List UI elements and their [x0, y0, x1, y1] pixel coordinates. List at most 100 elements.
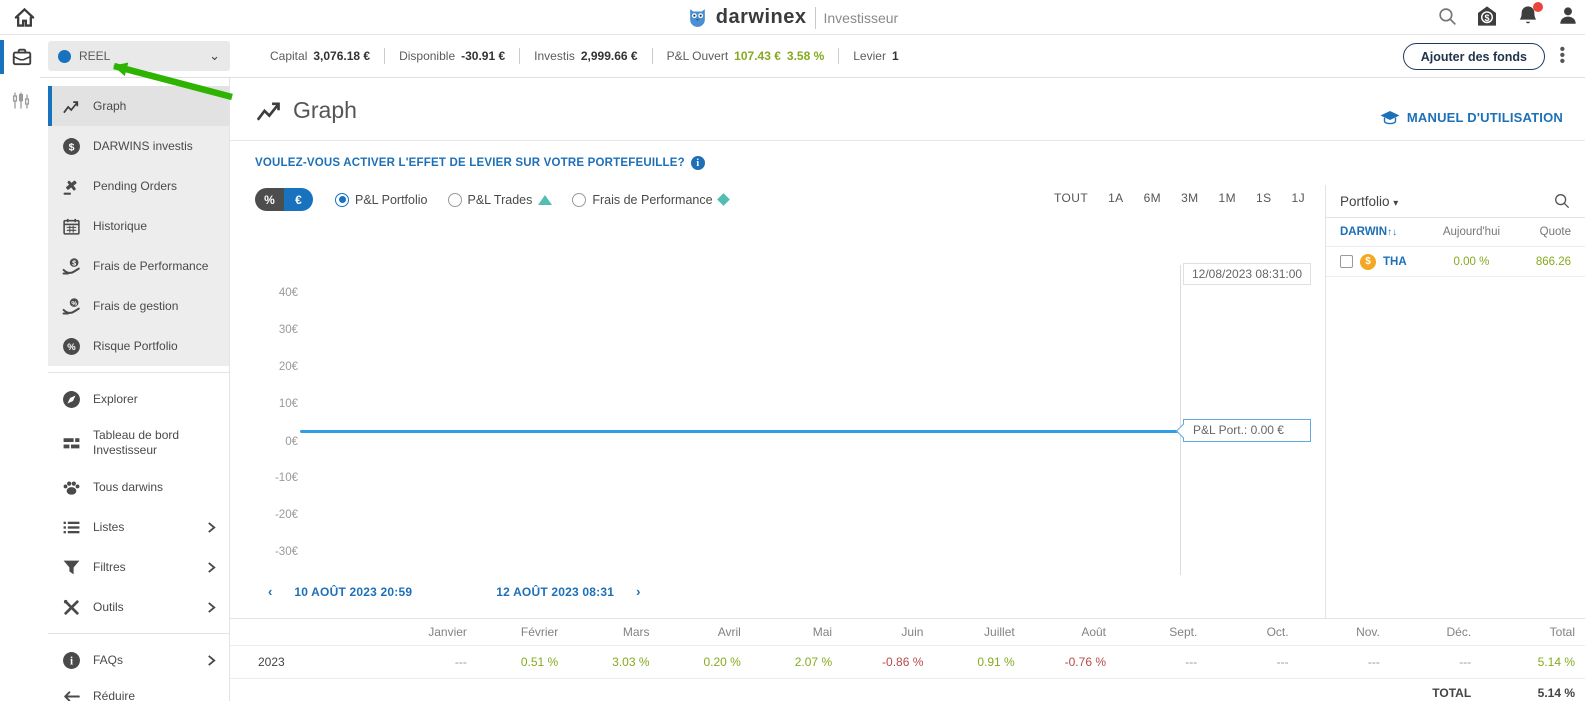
range-1j[interactable]: 1J — [1292, 191, 1305, 205]
radio-selected-icon[interactable] — [335, 193, 349, 207]
sidebar-section-explore: Explorer Tableau de bord Investisseur To… — [48, 379, 229, 627]
portfolio-dropdown[interactable]: Portfolio ▾ — [1340, 194, 1398, 209]
arrow-left-icon — [62, 687, 81, 701]
portfolio-panel: Portfolio ▾ DARWIN↑↓ Aujourd'hui Quote $… — [1325, 185, 1585, 618]
month-header: Mars — [568, 619, 659, 646]
stat-levier: Levier 1 — [839, 49, 912, 63]
month-header: Février — [477, 619, 568, 646]
month-header: Juillet — [933, 619, 1024, 646]
euro-toggle[interactable]: € — [284, 188, 313, 211]
chevron-left-icon[interactable]: ‹ — [268, 584, 272, 599]
left-rail — [0, 35, 40, 701]
stat-capital: Capital 3,076.18 € — [256, 49, 384, 63]
range-tout[interactable]: TOUT — [1054, 191, 1088, 205]
sidebar-item-outils[interactable]: Outils — [48, 587, 229, 627]
y-tick: -20€ — [238, 509, 298, 521]
sidebar-item-historique[interactable]: Historique — [48, 206, 229, 246]
range-3m[interactable]: 3M — [1181, 191, 1198, 205]
month-header: Total — [1481, 619, 1585, 646]
sidebar-item-explorer[interactable]: Explorer — [48, 379, 229, 419]
top-bar: darwinex Investisseur $ — [0, 0, 1585, 35]
home-icon[interactable] — [13, 6, 36, 29]
sidebar-item-faqs[interactable]: i FAQs — [48, 640, 229, 680]
y-tick: -10€ — [238, 472, 298, 484]
chevron-right-icon[interactable]: › — [636, 584, 640, 599]
markets-candles-icon[interactable] — [11, 90, 31, 112]
month-value: --- — [1116, 646, 1207, 679]
account-selector[interactable]: REEL ⌄ — [48, 41, 230, 71]
svg-text:%: % — [67, 341, 76, 352]
range-1a[interactable]: 1A — [1108, 191, 1123, 205]
y-tick: 30€ — [238, 324, 298, 336]
darwin-quote-value: 866.26 — [1511, 256, 1571, 268]
portfolio-table-header: DARWIN↑↓ Aujourd'hui Quote — [1326, 218, 1585, 247]
graduation-cap-icon — [1380, 110, 1400, 125]
radio-icon[interactable] — [448, 193, 462, 207]
range-1s[interactable]: 1S — [1256, 191, 1271, 205]
column-darwin-sort[interactable]: DARWIN↑↓ — [1340, 226, 1432, 238]
total-label: TOTAL — [230, 679, 1481, 701]
year-2023-row: 2023 --- 0.51 % 3.03 % 0.20 % 2.07 % -0.… — [230, 646, 1585, 679]
chevron-down-icon: ⌄ — [209, 48, 220, 64]
sidebar-item-filtres[interactable]: Filtres — [48, 547, 229, 587]
stat-pl-ouvert: P&L Ouvert 107.43 € 3.58 % — [653, 49, 839, 63]
darwin-name[interactable]: THA — [1383, 256, 1407, 268]
sidebar-item-tous-darwins[interactable]: Tous darwins — [48, 467, 229, 507]
sidebar-item-listes[interactable]: Listes — [48, 507, 229, 547]
stat-investis: Investis 2,999.66 € — [520, 49, 651, 63]
month-value: 2.07 % — [751, 646, 842, 679]
notifications-bell-icon[interactable] — [1516, 4, 1540, 28]
darwin-coin-icon: $ — [1360, 254, 1376, 270]
radio-pl-trades[interactable]: P&L Trades — [448, 193, 553, 207]
month-header: Juin — [842, 619, 933, 646]
radio-pl-portfolio[interactable]: P&L Portfolio — [335, 193, 428, 207]
sidebar-item-frais-gestion[interactable]: % Frais de gestion — [48, 286, 229, 326]
row-checkbox[interactable] — [1340, 255, 1353, 268]
column-quote: Quote — [1511, 226, 1571, 238]
month-value: 3.03 % — [568, 646, 659, 679]
info-circle-icon: i — [62, 651, 81, 670]
chevron-right-icon — [206, 521, 217, 534]
add-funds-button[interactable]: Ajouter des fonds — [1403, 43, 1545, 70]
panel-search-icon[interactable] — [1553, 192, 1571, 210]
sidebar-item-pending-orders[interactable]: Pending Orders — [48, 166, 229, 206]
caret-down-icon: ▾ — [1393, 198, 1398, 209]
radio-frais-performance[interactable]: Frais de Performance — [572, 193, 727, 207]
sidebar-item-darwins-investis[interactable]: $ DARWINS investis — [48, 126, 229, 166]
funnel-icon — [62, 558, 81, 577]
portfolio-briefcase-icon[interactable] — [11, 46, 33, 68]
y-tick: 0€ — [238, 436, 298, 448]
sidebar-item-reduire[interactable]: Réduire — [48, 680, 229, 701]
portfolio-row-tha[interactable]: $ THA 0.00 % 866.26 — [1326, 247, 1585, 277]
more-options-icon[interactable]: ••• — [1560, 47, 1565, 65]
percent-toggle[interactable]: % — [255, 188, 284, 211]
radio-icon[interactable] — [572, 193, 586, 207]
date-from-link[interactable]: 10 AOÛT 2023 20:59 — [294, 585, 412, 599]
svg-text:%: % — [71, 300, 77, 307]
sidebar: Graph $ DARWINS investis Pending Orders … — [48, 78, 230, 701]
app-root: darwinex Investisseur $ — [0, 0, 1585, 701]
sidebar-item-tableau-de-bord[interactable]: Tableau de bord Investisseur — [48, 419, 229, 467]
info-icon[interactable]: i — [691, 156, 705, 170]
manual-link[interactable]: MANUEL D'UTILISATION — [1380, 110, 1563, 125]
tools-icon — [62, 598, 81, 617]
sidebar-item-frais-performance[interactable]: $ Frais de Performance — [48, 246, 229, 286]
leverage-question-link[interactable]: VOULEZ-VOUS ACTIVER L'EFFET DE LEVIER SU… — [255, 156, 705, 170]
rail-active-indicator — [0, 40, 4, 74]
svg-text:i: i — [70, 655, 73, 667]
triangle-marker-icon — [538, 195, 552, 205]
range-1m[interactable]: 1M — [1219, 191, 1236, 205]
profile-icon[interactable] — [1557, 5, 1579, 27]
list-icon — [62, 518, 81, 537]
stat-disponible: Disponible -30.91 € — [385, 49, 519, 63]
sidebar-item-graph[interactable]: Graph — [48, 86, 229, 126]
month-value: 0.91 % — [933, 646, 1024, 679]
search-icon[interactable] — [1437, 6, 1458, 27]
total-value: 5.14 % — [1481, 679, 1585, 701]
chart-tooltip-datetime: 12/08/2023 08:31:00 — [1183, 263, 1311, 285]
sidebar-item-risque-portfolio[interactable]: % Risque Portfolio — [48, 326, 229, 366]
date-to-link[interactable]: 12 AOÛT 2023 08:31 — [496, 585, 614, 599]
unit-toggle[interactable]: % € — [255, 188, 313, 211]
vault-icon[interactable]: $ — [1475, 4, 1499, 28]
range-6m[interactable]: 6M — [1144, 191, 1161, 205]
